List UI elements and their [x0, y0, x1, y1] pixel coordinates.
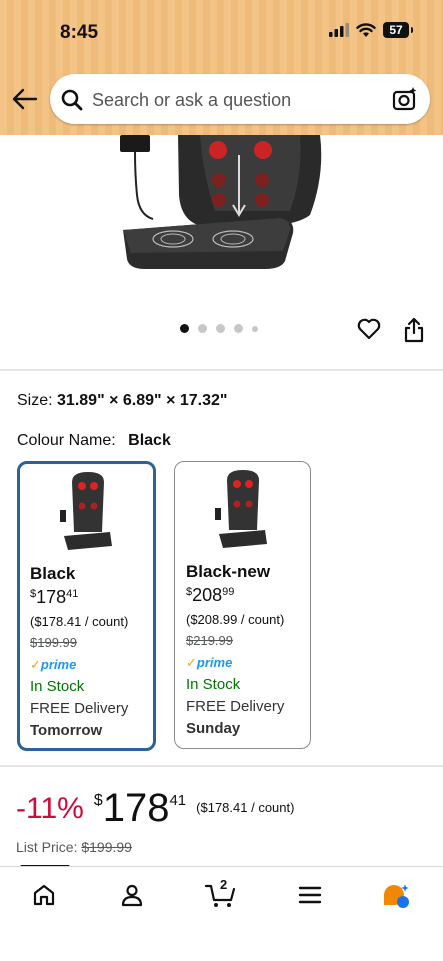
variant-card-black[interactable]: Black $17841 ($178.41 / count) $199.99 ✓… — [17, 461, 156, 751]
product-image[interactable] — [115, 135, 325, 275]
list-price-label: List Price: — [16, 839, 78, 855]
variant-price: $17841 — [30, 587, 78, 608]
variant-name: Black-new — [186, 562, 271, 581]
list-price-value: $199.99 — [81, 839, 132, 855]
cart-icon — [205, 884, 236, 907]
prime-badge: ✓prime — [186, 655, 233, 670]
colour-value: Black — [128, 432, 171, 449]
cart-button[interactable]: 2 — [205, 877, 237, 909]
cellular-signal-icon — [329, 23, 349, 37]
price-currency: $ — [93, 792, 103, 809]
section-divider — [0, 369, 443, 371]
image-carousel-dots[interactable] — [180, 324, 258, 333]
variant-name: Black — [30, 564, 76, 583]
main-price: -11% $ 178 41 ($178.41 / count) — [16, 788, 294, 828]
camera-search-icon[interactable] — [392, 86, 418, 112]
app-header: 8:45 57 Search or ask a question — [0, 0, 443, 135]
carousel-dot[interactable] — [216, 324, 225, 333]
section-divider — [0, 765, 443, 767]
bottom-nav: 2 — [0, 866, 443, 961]
variant-list-price: $219.99 — [186, 633, 233, 648]
carousel-dot[interactable] — [234, 324, 243, 333]
variant-price: $20899 — [186, 585, 234, 606]
prime-label: prime — [196, 655, 233, 670]
battery-indicator: 57 — [383, 22, 413, 38]
variant-thumbnail — [215, 470, 267, 548]
search-icon — [61, 89, 83, 111]
search-input[interactable]: Search or ask a question — [50, 74, 430, 124]
variant-unit-price: ($178.41 / count) — [30, 614, 129, 629]
search-placeholder: Search or ask a question — [92, 90, 292, 110]
variant-delivery: FREE Delivery — [186, 698, 285, 715]
variant-price-cents: 41 — [66, 588, 79, 600]
menu-icon[interactable] — [298, 883, 322, 907]
status-time: 8:45 — [60, 22, 99, 43]
variant-price-cents: 99 — [222, 586, 235, 598]
colour-label: Colour Name: — [17, 432, 116, 449]
variant-price-whole: 178 — [36, 587, 67, 607]
price-cents: 41 — [169, 792, 187, 809]
variant-unit-price: ($208.99 / count) — [186, 612, 285, 627]
account-icon[interactable] — [120, 883, 144, 907]
wifi-icon — [356, 22, 376, 37]
rufus-ai-icon[interactable] — [382, 883, 412, 909]
carousel-dot[interactable] — [252, 325, 258, 332]
colour-selection: Colour Name: Black — [17, 432, 171, 450]
variant-currency: $ — [30, 588, 37, 600]
price-whole: 178 — [102, 786, 170, 830]
home-icon[interactable] — [32, 883, 56, 907]
share-icon[interactable] — [403, 317, 425, 343]
heart-icon[interactable] — [357, 318, 381, 340]
size-label: Size: — [17, 392, 53, 409]
size-selection: Size: 31.89" × 6.89" × 17.32" — [17, 392, 227, 410]
discount-percent: -11% — [16, 792, 84, 825]
carousel-dot[interactable] — [198, 324, 207, 333]
variant-price-whole: 208 — [192, 585, 223, 605]
variant-card-black-new[interactable]: Black-new $20899 ($208.99 / count) $219.… — [174, 461, 311, 749]
carousel-dot[interactable] — [180, 324, 189, 333]
status-icons: 57 — [329, 22, 413, 38]
variant-delivery-day: Sunday — [186, 720, 241, 737]
variant-list-price: $199.99 — [30, 635, 77, 650]
variant-stock: In Stock — [30, 678, 85, 695]
back-arrow-icon[interactable] — [12, 88, 38, 110]
price-unit: ($178.41 / count) — [196, 800, 295, 815]
variant-currency: $ — [186, 586, 193, 598]
prime-badge: ✓prime — [30, 657, 77, 672]
variant-thumbnail — [60, 472, 112, 550]
variant-delivery: FREE Delivery — [30, 700, 129, 717]
prime-label: prime — [40, 657, 77, 672]
variant-stock: In Stock — [186, 676, 241, 693]
list-price: List Price: $199.99 — [16, 839, 132, 855]
size-value: 31.89" × 6.89" × 17.32" — [57, 392, 228, 409]
variant-delivery-day: Tomorrow — [30, 722, 103, 739]
